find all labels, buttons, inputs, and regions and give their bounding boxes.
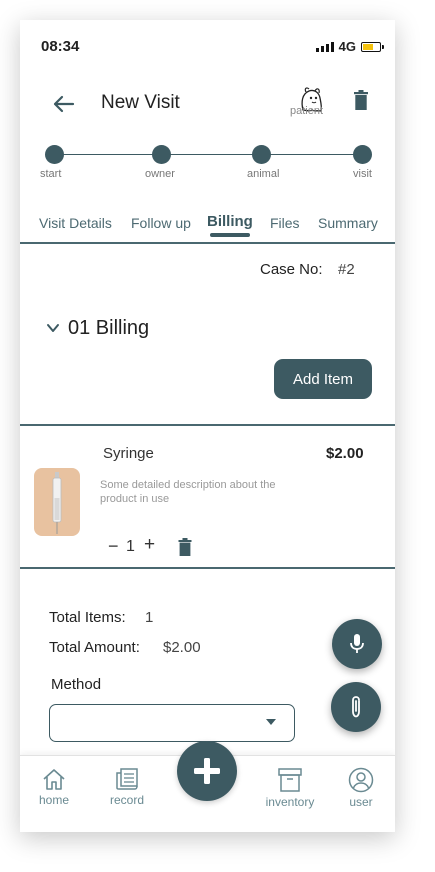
item-name: Syringe [103,445,154,462]
step-dot-owner[interactable] [152,145,171,164]
tab-follow-up[interactable]: Follow up [131,215,191,231]
syringe-icon [52,472,62,534]
back-arrow-icon[interactable] [50,92,76,116]
microphone-icon [350,634,364,653]
nav-inventory[interactable]: inventory [260,756,320,809]
billing-section-title[interactable]: 01 Billing [68,317,149,340]
signal-icon [315,41,334,52]
attach-button[interactable] [331,682,381,732]
item-quantity: 1 [126,538,135,555]
total-items-label: Total Items: [49,609,126,626]
item-divider-bottom [20,567,395,569]
dropdown-caret-icon [266,719,276,725]
plus-icon [194,758,220,784]
chevron-down-icon[interactable] [46,321,60,335]
increase-quantity-button[interactable]: + [144,534,155,556]
tabs-divider [20,242,395,244]
home-icon [43,769,65,790]
step-label-visit: visit [353,168,372,180]
add-item-button[interactable]: Add Item [274,359,372,399]
nav-user-label: user [349,795,373,809]
tab-billing[interactable]: Billing [207,213,253,230]
method-label: Method [51,676,102,693]
product-image [34,468,80,536]
step-dot-animal[interactable] [252,145,271,164]
item-divider-top [20,424,395,426]
delete-visit-icon[interactable] [353,90,369,110]
item-description: Some detailed description about the prod… [100,479,276,505]
phone-screen: 08:34 4G New Visit patient start owner a… [20,20,395,832]
decrease-quantity-button[interactable]: − [108,536,119,557]
active-tab-indicator [210,233,250,237]
step-label-owner: owner [145,168,175,180]
page-title: New Visit [101,92,180,113]
nav-home-label: home [38,793,70,807]
inventory-icon [278,768,302,792]
patient-label: patient [290,105,324,117]
network-label: 4G [338,39,356,54]
delete-item-icon[interactable] [178,538,192,556]
status-time: 08:34 [41,38,80,55]
status-indicators: 4G [315,39,384,54]
tab-visit-details[interactable]: Visit Details [39,215,112,231]
step-dot-start[interactable] [45,145,64,164]
add-new-button[interactable] [177,741,237,801]
paperclip-icon [352,696,360,718]
user-icon [348,767,374,793]
stepper-line [54,154,364,155]
record-icon [116,768,138,790]
tab-files[interactable]: Files [270,215,300,231]
case-number: #2 [338,261,355,278]
case-label: Case No: [260,261,323,278]
tab-bar: Visit Details Follow up Billing Files Su… [20,208,395,242]
nav-home[interactable]: home [24,756,84,807]
step-label-animal: animal [247,168,280,180]
total-items-value: 1 [145,609,154,626]
microphone-button[interactable] [332,619,382,669]
payment-method-select[interactable] [49,704,295,742]
item-price: $2.00 [326,445,364,462]
nav-inventory-label: inventory [265,795,315,809]
nav-record-label: record [109,793,144,807]
step-dot-visit[interactable] [353,145,372,164]
battery-icon [361,41,384,52]
tab-summary[interactable]: Summary [318,215,378,231]
total-amount-value: $2.00 [163,639,201,656]
step-label-start: start [40,168,62,180]
nav-user[interactable]: user [331,756,391,809]
total-amount-label: Total Amount: [49,639,140,656]
nav-record[interactable]: record [97,756,157,807]
